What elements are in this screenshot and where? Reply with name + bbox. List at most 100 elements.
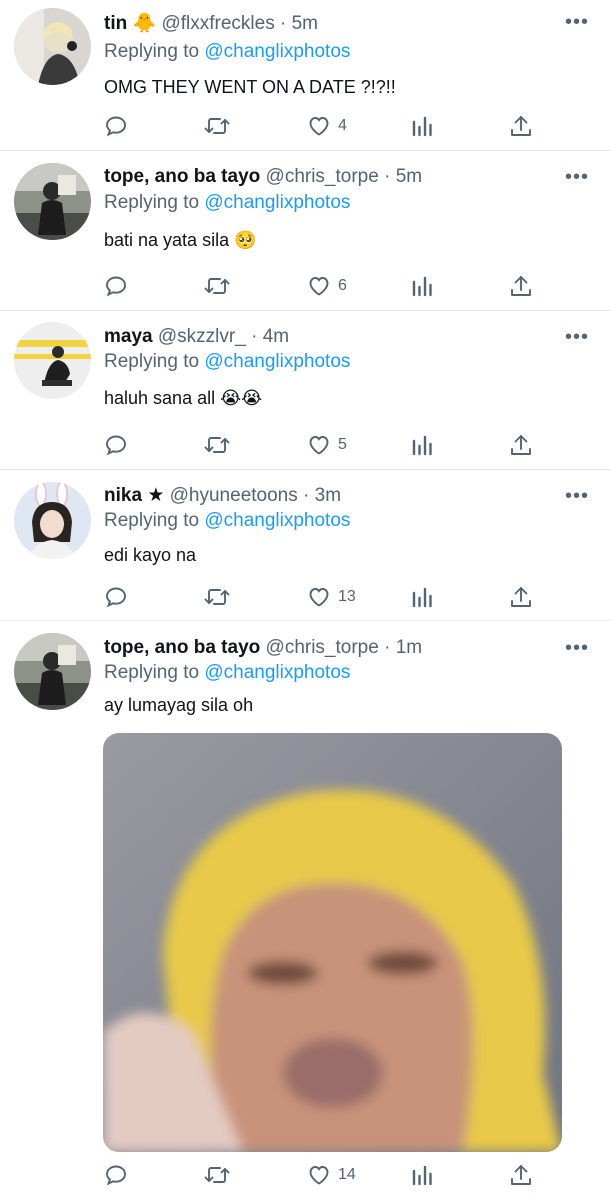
retweet-button[interactable] bbox=[204, 113, 230, 139]
share-icon bbox=[510, 1163, 532, 1187]
like-button[interactable]: 6 bbox=[307, 273, 347, 299]
more-options-icon[interactable]: ••• bbox=[565, 167, 589, 187]
reply-icon bbox=[104, 433, 128, 457]
username[interactable]: @hyuneetoons bbox=[170, 485, 298, 506]
replying-to-line: Replying to @changlixphotos bbox=[104, 41, 350, 63]
username[interactable]: @skzzlvr_ bbox=[158, 326, 246, 347]
replying-to-mention[interactable]: @changlixphotos bbox=[204, 510, 350, 531]
star-badge-icon: ★ bbox=[147, 485, 165, 506]
tweet-actions: 6 bbox=[104, 273, 534, 299]
share-button[interactable] bbox=[510, 584, 532, 610]
analytics-button[interactable] bbox=[411, 584, 433, 610]
more-options-icon[interactable]: ••• bbox=[565, 638, 589, 658]
like-count: 6 bbox=[338, 277, 347, 294]
replying-to-line: Replying to @changlixphotos bbox=[104, 662, 350, 684]
reply-tweet[interactable]: tin 🐥 @flxxfreckles · 5m ••• Replying to… bbox=[0, 0, 611, 151]
reply-icon bbox=[104, 274, 128, 298]
analytics-button[interactable] bbox=[411, 273, 433, 299]
tweet-media-image[interactable] bbox=[103, 733, 562, 1152]
like-button[interactable]: 4 bbox=[307, 113, 347, 139]
retweet-icon bbox=[204, 433, 230, 457]
share-button[interactable] bbox=[510, 113, 532, 139]
replying-to-label: Replying to bbox=[104, 41, 200, 62]
reply-tweet[interactable]: tope, ano ba tayo @chris_torpe · 5m ••• … bbox=[0, 151, 611, 311]
display-name[interactable]: nika bbox=[104, 485, 142, 506]
reply-tweet[interactable]: maya @skzzlvr_ · 4m ••• Replying to @cha… bbox=[0, 311, 611, 470]
replying-to-line: Replying to @changlixphotos bbox=[104, 351, 350, 373]
more-options-icon[interactable]: ••• bbox=[565, 486, 589, 506]
retweet-button[interactable] bbox=[204, 273, 230, 299]
more-options-icon[interactable]: ••• bbox=[565, 12, 589, 32]
replying-to-label: Replying to bbox=[104, 662, 200, 683]
avatar[interactable] bbox=[14, 633, 91, 710]
like-icon bbox=[307, 585, 331, 609]
reply-icon bbox=[104, 114, 128, 138]
timestamp[interactable]: 3m bbox=[315, 485, 341, 506]
replying-to-mention[interactable]: @changlixphotos bbox=[204, 41, 350, 62]
timestamp[interactable]: 4m bbox=[263, 326, 289, 347]
retweet-icon bbox=[204, 1163, 230, 1187]
timestamp[interactable]: 5m bbox=[396, 166, 422, 187]
display-name[interactable]: tin bbox=[104, 13, 127, 34]
replying-to-mention[interactable]: @changlixphotos bbox=[204, 351, 350, 372]
analytics-icon bbox=[411, 585, 433, 609]
analytics-button[interactable] bbox=[411, 113, 433, 139]
analytics-button[interactable] bbox=[411, 432, 433, 458]
more-options-icon[interactable]: ••• bbox=[565, 327, 589, 347]
share-icon bbox=[510, 274, 532, 298]
like-button[interactable]: 14 bbox=[307, 1162, 356, 1188]
avatar[interactable] bbox=[14, 163, 91, 240]
like-count: 4 bbox=[338, 117, 347, 134]
username[interactable]: @chris_torpe bbox=[266, 166, 379, 187]
avatar[interactable] bbox=[14, 8, 91, 85]
replying-to-line: Replying to @changlixphotos bbox=[104, 510, 350, 532]
like-count: 5 bbox=[338, 436, 347, 453]
tweet-text: bati na yata sila 🥺 bbox=[104, 230, 257, 250]
reply-button[interactable] bbox=[104, 584, 128, 610]
avatar[interactable] bbox=[14, 482, 91, 559]
analytics-button[interactable] bbox=[411, 1162, 433, 1188]
replying-to-line: Replying to @changlixphotos bbox=[104, 192, 350, 214]
reply-tweet[interactable]: tope, ano ba tayo @chris_torpe · 1m ••• … bbox=[0, 621, 611, 1200]
retweet-button[interactable] bbox=[204, 584, 230, 610]
share-button[interactable] bbox=[510, 1162, 532, 1188]
replying-to-label: Replying to bbox=[104, 510, 200, 531]
avatar[interactable] bbox=[14, 322, 91, 399]
display-name[interactable]: tope, ano ba tayo bbox=[104, 637, 260, 658]
separator-dot: · bbox=[384, 166, 391, 187]
analytics-icon bbox=[411, 114, 433, 138]
reply-button[interactable] bbox=[104, 1162, 128, 1188]
share-icon bbox=[510, 114, 532, 138]
timestamp[interactable]: 1m bbox=[396, 637, 422, 658]
reply-button[interactable] bbox=[104, 273, 128, 299]
separator-dot: · bbox=[303, 485, 310, 506]
timestamp[interactable]: 5m bbox=[292, 13, 318, 34]
replying-to-mention[interactable]: @changlixphotos bbox=[204, 192, 350, 213]
display-name[interactable]: tope, ano ba tayo bbox=[104, 166, 260, 187]
reply-icon bbox=[104, 1163, 128, 1187]
username[interactable]: @flxxfreckles bbox=[161, 13, 274, 34]
retweet-button[interactable] bbox=[204, 432, 230, 458]
share-button[interactable] bbox=[510, 432, 532, 458]
like-count: 13 bbox=[338, 588, 356, 605]
like-icon bbox=[307, 274, 331, 298]
tweet-text: OMG THEY WENT ON A DATE ?!?!! bbox=[104, 77, 396, 97]
replying-to-mention[interactable]: @changlixphotos bbox=[204, 662, 350, 683]
reply-button[interactable] bbox=[104, 113, 128, 139]
username[interactable]: @chris_torpe bbox=[266, 637, 379, 658]
like-button[interactable]: 5 bbox=[307, 432, 347, 458]
analytics-icon bbox=[411, 274, 433, 298]
tweet-text: edi kayo na bbox=[104, 545, 197, 565]
reply-button[interactable] bbox=[104, 432, 128, 458]
tweet-actions: 13 bbox=[104, 584, 534, 610]
reply-tweet[interactable]: nika ★ @hyuneetoons · 3m ••• Replying to… bbox=[0, 470, 611, 621]
retweet-button[interactable] bbox=[204, 1162, 230, 1188]
retweet-icon bbox=[204, 585, 230, 609]
share-button[interactable] bbox=[510, 273, 532, 299]
display-name[interactable]: maya bbox=[104, 326, 153, 347]
separator-dot: · bbox=[384, 637, 391, 658]
retweet-icon bbox=[204, 274, 230, 298]
like-button[interactable]: 13 bbox=[307, 584, 356, 610]
tweet-actions: 5 bbox=[104, 432, 534, 458]
tweet-actions: 4 bbox=[104, 113, 534, 139]
